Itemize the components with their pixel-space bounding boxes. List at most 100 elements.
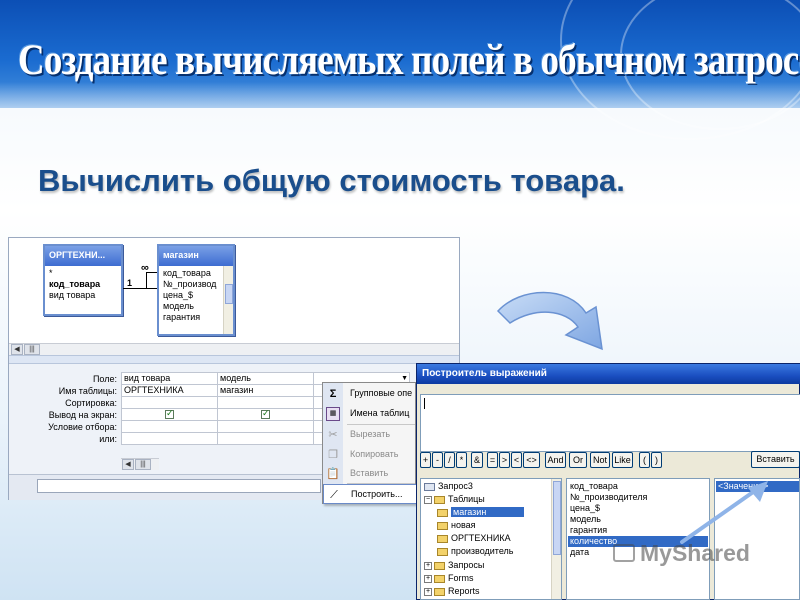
field-item[interactable]: вид товара bbox=[49, 290, 117, 301]
tree-item-query3[interactable]: Запрос3 bbox=[424, 481, 473, 494]
operator-and-button[interactable]: And bbox=[545, 452, 566, 468]
table-magazin[interactable]: магазин код_товара №_производ цена_$ мод… bbox=[157, 244, 235, 336]
operator-notequal-button[interactable]: <> bbox=[523, 452, 540, 468]
tree-item-magazin[interactable]: магазин bbox=[437, 507, 525, 520]
grid-cell[interactable] bbox=[121, 408, 218, 421]
subtitle-text: Вычислить общую стоимость товара bbox=[38, 163, 617, 198]
menu-item-paste[interactable]: 📋 Вставить bbox=[323, 464, 417, 484]
operator-concat-button[interactable]: & bbox=[471, 452, 483, 468]
watermark-text: MyShared bbox=[640, 540, 750, 566]
operator-like-button[interactable]: Like bbox=[612, 452, 633, 468]
field-item[interactable]: * bbox=[49, 268, 117, 279]
menu-item-label: Имена таблиц bbox=[350, 408, 410, 418]
operator-minus-button[interactable]: - bbox=[432, 452, 443, 468]
field-item[interactable]: код_товара bbox=[49, 279, 117, 290]
tree-item-label: Запросы bbox=[448, 560, 485, 570]
tables-hscrollbar[interactable]: ◀ ||| bbox=[9, 343, 459, 355]
grid-cell[interactable]: вид товара bbox=[121, 372, 218, 385]
row-label-table: Имя таблицы: bbox=[58, 386, 117, 396]
scroll-thumb[interactable]: ||| bbox=[135, 459, 151, 470]
operator-less-button[interactable]: < bbox=[511, 452, 522, 468]
folder-icon bbox=[437, 547, 448, 556]
menu-item-table-names[interactable]: ▦ Имена таблиц bbox=[323, 404, 417, 424]
slide-subtitle: Вычислить общую стоимость товара. bbox=[38, 163, 625, 199]
tree-item-reports[interactable]: + Reports bbox=[424, 586, 480, 599]
menu-item-label: Вставить bbox=[350, 468, 389, 478]
list-item[interactable]: цена_$ bbox=[570, 503, 600, 514]
table-scrollbar[interactable] bbox=[223, 266, 233, 334]
list-item[interactable]: №_производителя bbox=[570, 492, 647, 503]
folder-icon bbox=[437, 508, 448, 517]
scroll-left-icon[interactable]: ◀ bbox=[122, 459, 134, 470]
query-icon bbox=[424, 482, 435, 491]
tree-item-tables[interactable]: − Таблицы bbox=[424, 494, 485, 507]
tree-item-label: ОРГТЕХНИКА bbox=[451, 533, 511, 543]
tree-item-label: Запрос3 bbox=[438, 481, 473, 491]
grid-cell[interactable] bbox=[217, 432, 314, 445]
operator-multiply-button[interactable]: * bbox=[456, 452, 467, 468]
relation-one-label: 1 bbox=[127, 278, 133, 288]
operator-close-paren-button[interactable]: ) bbox=[651, 452, 662, 468]
scroll-thumb[interactable]: ||| bbox=[24, 344, 40, 355]
field-item[interactable]: гарантия bbox=[163, 312, 219, 323]
insert-button[interactable]: Вставить bbox=[751, 451, 800, 468]
operator-divide-button[interactable]: / bbox=[444, 452, 455, 468]
field-item[interactable]: код_товара bbox=[163, 268, 219, 279]
grid-cell[interactable] bbox=[217, 396, 314, 409]
operator-plus-button[interactable]: + bbox=[420, 452, 431, 468]
status-field[interactable] bbox=[37, 479, 321, 493]
menu-item-build[interactable]: ⟋ Построить... bbox=[323, 484, 417, 504]
menu-item-label: Вырезать bbox=[350, 429, 391, 439]
operator-equal-button[interactable]: = bbox=[487, 452, 498, 468]
tree-item-proizvoditel[interactable]: производитель bbox=[437, 546, 513, 559]
operator-or-button[interactable]: Or bbox=[569, 452, 587, 468]
list-item[interactable]: дата bbox=[570, 547, 589, 558]
tree-item-orgtekhnika[interactable]: ОРГТЕХНИКА bbox=[437, 533, 511, 546]
scroll-left-icon[interactable]: ◀ bbox=[11, 344, 23, 355]
context-menu: Σ Групповые опе ▦ Имена таблиц ✂ Вырезат… bbox=[322, 382, 417, 504]
tree-scrollbar[interactable] bbox=[551, 479, 561, 599]
list-item[interactable]: код_товара bbox=[570, 481, 618, 492]
operator-not-button[interactable]: Not bbox=[590, 452, 610, 468]
tree-item-forms[interactable]: + Forms bbox=[424, 573, 474, 586]
list-item[interactable]: гарантия bbox=[570, 525, 607, 536]
expand-icon[interactable]: + bbox=[424, 587, 432, 596]
collapse-icon[interactable]: − bbox=[424, 495, 432, 504]
object-tree: Запрос3 − Таблицы магазин новая ОРГТЕХНИК… bbox=[420, 478, 562, 600]
text-cursor bbox=[424, 398, 425, 409]
field-item[interactable]: модель bbox=[163, 301, 219, 312]
table-title: ОРГТЕХНИ... bbox=[45, 246, 121, 266]
operator-open-paren-button[interactable]: ( bbox=[639, 452, 650, 468]
folder-icon bbox=[437, 521, 448, 530]
scroll-thumb[interactable] bbox=[553, 481, 561, 555]
grid-cell[interactable] bbox=[121, 396, 218, 409]
grid-cell[interactable]: магазин bbox=[217, 384, 314, 397]
list-item[interactable]: модель bbox=[570, 514, 601, 525]
grid-cell[interactable]: модель bbox=[217, 372, 314, 385]
tree-item-queries[interactable]: + Запросы bbox=[424, 560, 484, 573]
expand-icon[interactable]: + bbox=[424, 574, 432, 583]
table-orgtekhnika[interactable]: ОРГТЕХНИ... * код_товара вид товара bbox=[43, 244, 123, 316]
menu-item-cut[interactable]: ✂ Вырезать bbox=[323, 425, 417, 445]
field-item[interactable]: цена_$ bbox=[163, 290, 219, 301]
subtitle-dot: . bbox=[616, 163, 625, 198]
field-item[interactable]: №_производ bbox=[163, 279, 219, 290]
grid-cell[interactable]: ОРГТЕХНИКА bbox=[121, 384, 218, 397]
expression-input[interactable] bbox=[420, 394, 800, 452]
tree-item-label: Таблицы bbox=[448, 494, 485, 504]
grid-hscrollbar[interactable]: ◀ ||| bbox=[121, 458, 159, 470]
menu-item-group-ops[interactable]: Σ Групповые опе bbox=[323, 384, 417, 404]
operator-greater-button[interactable]: > bbox=[499, 452, 510, 468]
scroll-thumb[interactable] bbox=[225, 284, 233, 304]
expand-icon[interactable]: + bbox=[424, 561, 432, 570]
tree-item-novaya[interactable]: новая bbox=[437, 520, 476, 533]
grid-cell[interactable] bbox=[121, 420, 218, 433]
grid-cell[interactable] bbox=[121, 432, 218, 445]
show-checkbox[interactable] bbox=[261, 410, 270, 420]
grid-cell[interactable] bbox=[217, 420, 314, 433]
pane-splitter[interactable] bbox=[9, 355, 459, 364]
sigma-icon: Σ bbox=[329, 388, 337, 400]
show-checkbox[interactable] bbox=[165, 410, 174, 420]
grid-cell[interactable] bbox=[217, 408, 314, 421]
menu-item-copy[interactable]: ❐ Копировать bbox=[323, 445, 417, 465]
